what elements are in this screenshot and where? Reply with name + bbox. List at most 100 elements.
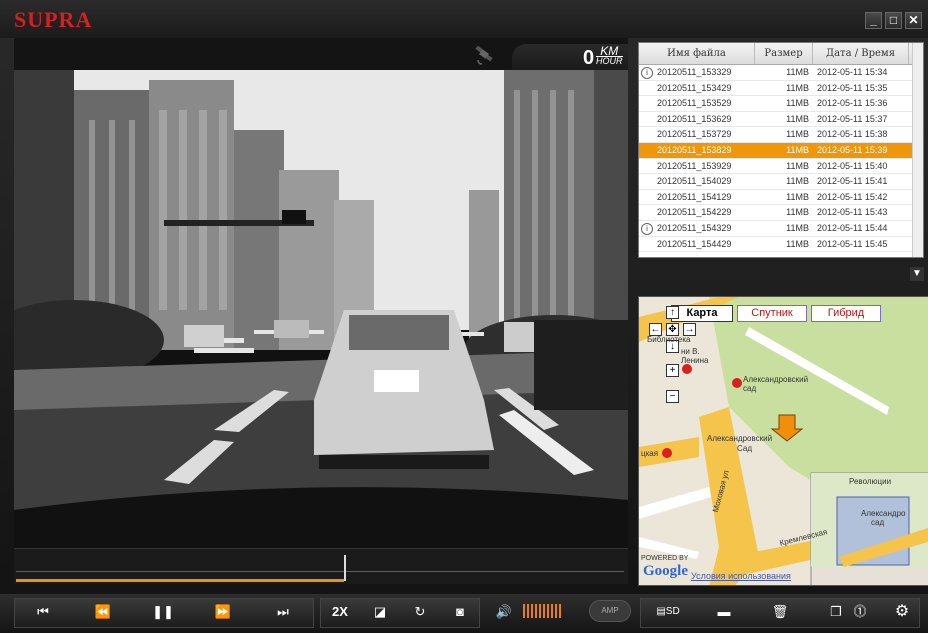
- folder-icon[interactable]: ▬: [696, 598, 752, 628]
- alert-icon[interactable]: ⓵: [840, 598, 880, 628]
- camera-icon[interactable]: ◙: [440, 598, 480, 628]
- file-name: 20120511_153729: [657, 129, 732, 140]
- speed-unit: KM HOUR: [596, 45, 623, 66]
- rewind-icon[interactable]: ⏪: [74, 598, 132, 628]
- sd-card-icon[interactable]: ▤SD: [640, 598, 696, 628]
- map-label: ни В.: [681, 347, 700, 356]
- gear-icon[interactable]: ⚙: [882, 598, 922, 628]
- file-size: 11MB: [786, 113, 809, 124]
- app-window: SUPRA _ □ ✕ 0 KM HOUR Имя файла Размер Д…: [0, 0, 928, 633]
- info-icon: i: [641, 67, 653, 79]
- map-label: Революции: [849, 477, 892, 486]
- file-name: 20120511_154129: [657, 191, 732, 202]
- close-button[interactable]: ✕: [905, 12, 922, 29]
- file-date: 2012-05-11 15:37: [817, 113, 888, 124]
- tab-map[interactable]: Карта: [671, 305, 733, 322]
- file-row[interactable]: 20120511_153629 11MB 2012-05-11 15:37: [639, 112, 923, 128]
- volume-bar: [555, 604, 557, 618]
- map-label: Сад: [737, 444, 752, 453]
- file-name: 20120511_153529: [657, 98, 732, 109]
- file-date: 2012-05-11 15:34: [817, 67, 888, 77]
- map-label: цкая: [641, 449, 659, 458]
- file-row[interactable]: i 20120511_154329 11MB 2012-05-11 15:44: [639, 221, 923, 237]
- map-label: сад: [871, 518, 885, 527]
- file-name: 20120511_153629: [657, 113, 732, 124]
- file-date: 2012-05-11 15:36: [817, 98, 888, 109]
- volume-bar: [551, 604, 553, 618]
- file-row[interactable]: 20120511_154429 11MB 2012-05-11 15:45: [639, 237, 923, 253]
- tab-hybrid[interactable]: Гибрид: [811, 305, 881, 322]
- file-list: Имя файла Размер Дата / Время i 20120511_…: [638, 42, 924, 258]
- zoom-out-button[interactable]: −: [666, 390, 679, 403]
- rotate-icon[interactable]: ↻: [400, 598, 440, 628]
- zoom-in-button[interactable]: +: [666, 364, 679, 377]
- amp-button[interactable]: AMP: [589, 600, 631, 622]
- window-controls: _ □ ✕: [865, 12, 922, 29]
- timeline-track: [16, 571, 624, 572]
- column-filename[interactable]: Имя файла: [639, 43, 755, 64]
- speed-2x-button[interactable]: 2X: [320, 598, 360, 628]
- tab-satellite[interactable]: Спутник: [737, 305, 807, 322]
- file-row[interactable]: 20120511_153429 11MB 2012-05-11 15:35: [639, 81, 923, 97]
- maximize-button[interactable]: □: [885, 12, 902, 29]
- file-row[interactable]: 20120511_153529 11MB 2012-05-11 15:36: [639, 96, 923, 112]
- file-size: 11MB: [786, 160, 809, 171]
- volume-icon[interactable]: 🔊: [490, 598, 518, 628]
- volume-bar: [535, 604, 537, 618]
- skip-forward-icon[interactable]: ⏭: [254, 598, 312, 628]
- file-date: 2012-05-11 15:45: [817, 238, 888, 249]
- file-date: 2012-05-11 15:35: [817, 82, 888, 93]
- trash-icon[interactable]: 🗑: [752, 598, 808, 628]
- satellite-icon: [475, 45, 493, 65]
- minimize-button[interactable]: _: [865, 12, 882, 29]
- file-size: 11MB: [786, 207, 809, 218]
- file-size: 11MB: [786, 98, 809, 109]
- column-size[interactable]: Размер: [755, 43, 813, 64]
- file-list-header: Имя файла Размер Дата / Время: [639, 43, 923, 65]
- volume-bar: [523, 604, 525, 618]
- pan-up-button[interactable]: ↑: [666, 306, 679, 319]
- file-date: 2012-05-11 15:44: [817, 222, 888, 233]
- amp-label: AMP: [601, 606, 619, 615]
- file-size: 11MB: [786, 222, 809, 233]
- video-frame[interactable]: [14, 70, 628, 548]
- google-logo: Google: [643, 563, 688, 579]
- file-list-scrollbar[interactable]: [912, 43, 923, 257]
- file-size: 11MB: [786, 82, 809, 93]
- brightness-icon[interactable]: ◪: [360, 598, 400, 628]
- file-row[interactable]: 20120511_153829 11MB 2012-05-11 15:39: [639, 142, 923, 159]
- volume-bar: [539, 604, 541, 618]
- map-label: Александро: [861, 509, 906, 518]
- volume-bar: [547, 604, 549, 618]
- file-row[interactable]: 20120511_154229 11MB 2012-05-11 15:43: [639, 205, 923, 221]
- map-label: сад: [743, 384, 757, 393]
- timeline-playhead[interactable]: [344, 555, 347, 581]
- file-size: 11MB: [786, 144, 809, 155]
- file-date: 2012-05-11 15:39: [817, 144, 888, 155]
- file-row[interactable]: 20120511_154129 11MB 2012-05-11 15:42: [639, 190, 923, 206]
- file-row[interactable]: 20120511_153929 11MB 2012-05-11 15:40: [639, 159, 923, 175]
- file-row[interactable]: 20120511_153729 11MB 2012-05-11 15:38: [639, 127, 923, 143]
- pause-icon[interactable]: ❚❚: [134, 598, 192, 628]
- volume-slider[interactable]: [523, 604, 561, 620]
- file-name: 20120511_154029: [657, 176, 732, 187]
- terms-link[interactable]: Условия использования: [691, 571, 791, 581]
- speed-unit-hour: HOUR: [596, 56, 623, 66]
- file-row[interactable]: i 20120511_153329 11MB 2012-05-11 15:34: [639, 65, 923, 81]
- chevron-down-icon[interactable]: ▼: [910, 267, 924, 281]
- skip-back-icon[interactable]: ⏮: [14, 598, 72, 628]
- volume-bar: [531, 604, 533, 618]
- file-size: 11MB: [786, 67, 809, 77]
- map-view[interactable]: Карта Спутник Гибрид ↑ ← ✥ → ↓ + − Библи…: [638, 296, 928, 586]
- fast-forward-icon[interactable]: ⏩: [194, 598, 252, 628]
- map-label: Библиотека: [647, 335, 691, 344]
- timeline-scrubber[interactable]: [14, 548, 628, 584]
- file-date: 2012-05-11 15:38: [817, 129, 888, 140]
- map-label: POWERED BY: [641, 555, 689, 562]
- column-date[interactable]: Дата / Время: [813, 43, 909, 64]
- file-date: 2012-05-11 15:41: [817, 176, 888, 187]
- file-row[interactable]: 20120511_154029 11MB 2012-05-11 15:41: [639, 174, 923, 190]
- speed-value: 0: [583, 47, 595, 69]
- file-list-rows: i 20120511_153329 11MB 2012-05-11 15:34 2012…: [639, 65, 923, 253]
- map-label: Александровский: [707, 434, 773, 443]
